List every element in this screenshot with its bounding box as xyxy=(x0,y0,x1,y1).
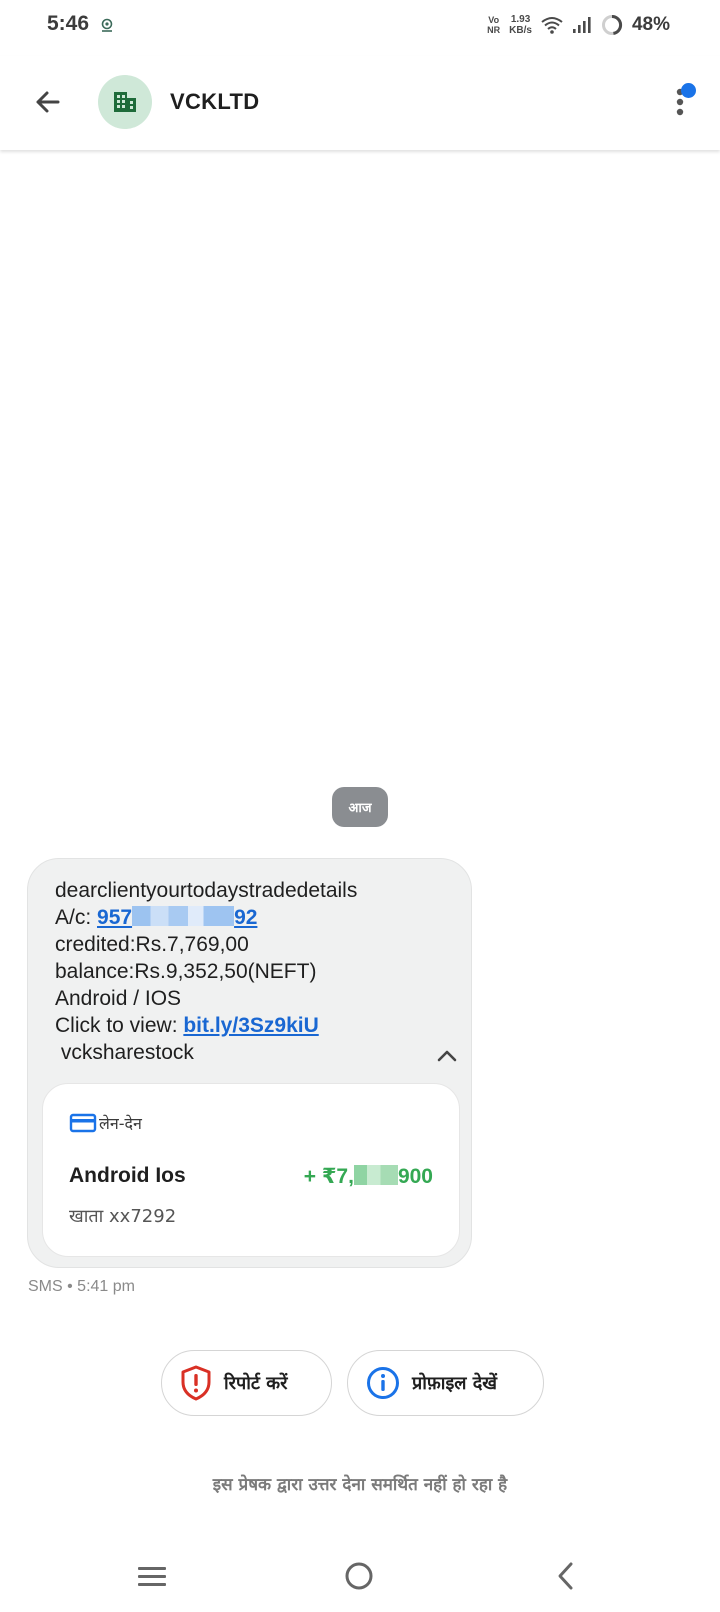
credit-card-icon xyxy=(69,1113,97,1133)
transaction-amount: + ₹7, 900 xyxy=(303,1165,433,1188)
chevron-up-icon[interactable] xyxy=(428,1041,466,1071)
status-bar: 5:46 Vo NR 1.93 KB/s 48% xyxy=(0,0,720,56)
battery-percent: 48% xyxy=(631,14,670,35)
message-link-line: Click to view: bit.ly/3Sz9kiU xyxy=(55,1014,319,1037)
view-profile-button[interactable]: प्रोफ़ाइल देखें xyxy=(347,1350,544,1416)
message-account-line: A/c: 957 92 xyxy=(55,906,258,929)
message-line: balance:Rs.9,352,50(NEFT) xyxy=(55,960,317,983)
transaction-account: खाता xx7292 xyxy=(69,1206,177,1227)
recents-button[interactable] xyxy=(130,1554,174,1598)
avatar[interactable] xyxy=(98,75,152,129)
view-profile-label: प्रोफ़ाइल देखें xyxy=(412,1373,498,1394)
reply-not-supported-note: इस प्रेषक द्वारा उत्तर देना समर्थित नहीं… xyxy=(212,1475,508,1495)
battery-icon xyxy=(601,14,623,35)
business-building-icon xyxy=(114,92,136,112)
short-url-link[interactable]: bit.ly/3Sz9kiU xyxy=(183,1014,318,1037)
network-speed: 1.93 KB/s xyxy=(509,14,532,36)
info-icon xyxy=(367,1367,399,1399)
transaction-payee: Android Ios xyxy=(69,1164,186,1187)
location-icon xyxy=(101,18,113,32)
back-arrow-icon[interactable] xyxy=(28,82,68,122)
home-circle-icon xyxy=(345,1562,373,1590)
system-nav-bar xyxy=(0,1540,720,1612)
redacted-digits xyxy=(132,906,235,927)
message-line: dearclientyourtodaystradedetails xyxy=(55,879,358,902)
wifi-icon xyxy=(541,17,563,34)
transaction-label: लेन-देन xyxy=(99,1114,142,1133)
nav-back-button[interactable] xyxy=(544,1554,588,1598)
message-text[interactable]: dearclientyourtodaystradedetails A/c: 95… xyxy=(55,877,445,1066)
notification-dot xyxy=(681,83,696,98)
signal-icon xyxy=(572,17,591,33)
vonr-indicator: Vo NR xyxy=(487,15,501,35)
message-line: Android / IOS xyxy=(55,987,182,1010)
report-label: रिपोर्ट करें xyxy=(224,1373,288,1394)
redacted-amount xyxy=(353,1165,398,1186)
message-meta: SMS • 5:41 pm xyxy=(28,1278,135,1295)
message-line: credited:Rs.7,769,00 xyxy=(55,933,249,956)
account-number-link[interactable]: 957 92 xyxy=(97,906,257,929)
report-shield-icon xyxy=(181,1365,211,1401)
transaction-card-header: लेन-देन xyxy=(69,1112,142,1134)
date-separator: आज xyxy=(332,787,388,827)
menu-icon xyxy=(138,1567,166,1586)
report-button[interactable]: रिपोर्ट करें xyxy=(161,1350,332,1416)
message-bubble[interactable]: dearclientyourtodaystradedetails A/c: 95… xyxy=(27,858,472,1268)
conversation-header: VCKLTD xyxy=(0,56,720,150)
status-time: 5:46 xyxy=(47,12,90,35)
chevron-left-icon xyxy=(558,1562,573,1590)
message-line: vcksharestock xyxy=(55,1041,194,1064)
status-indicators: Vo NR 1.93 KB/s 48% xyxy=(487,14,670,36)
transaction-card[interactable]: लेन-देन Android Ios + ₹7, 900 खाता xx7292 xyxy=(42,1083,460,1257)
contact-name[interactable]: VCKLTD xyxy=(170,89,259,115)
home-button[interactable] xyxy=(337,1554,381,1598)
